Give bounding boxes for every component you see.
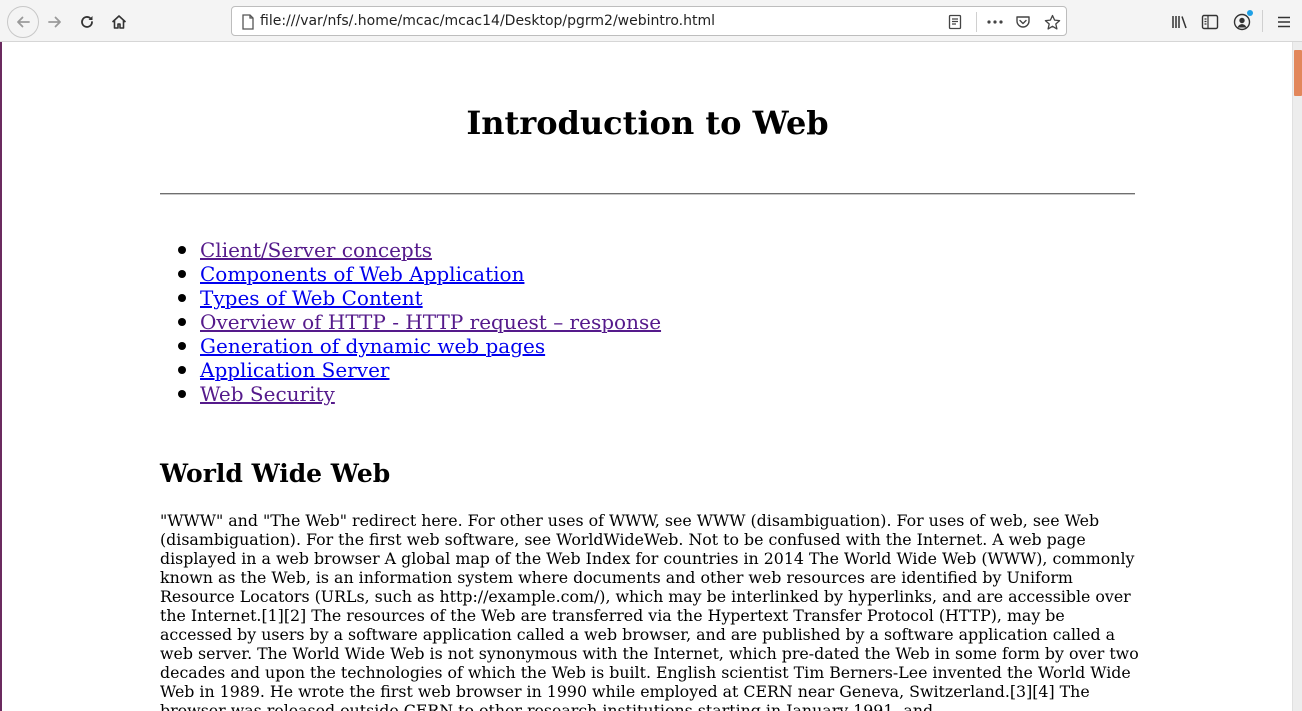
reload-button[interactable]: [73, 8, 101, 36]
list-item: Components of Web Application: [177, 262, 661, 286]
bookmark-star-icon[interactable]: [1043, 13, 1061, 31]
list-item: Overview of HTTP - HTTP request – respon…: [177, 310, 661, 334]
section-body: "WWW" and "The Web" redirect here. For o…: [160, 511, 1139, 711]
topic-link-http-overview[interactable]: Overview of HTTP - HTTP request – respon…: [200, 310, 661, 334]
url-text[interactable]: file:///var/nfs/.home/mcac/mcac14/Deskto…: [260, 13, 715, 29]
address-bar[interactable]: file:///var/nfs/.home/mcac/mcac14/Deskto…: [231, 6, 1067, 36]
forward-button[interactable]: [41, 8, 69, 36]
account-button[interactable]: [1228, 8, 1256, 36]
sidebar-icon: [1201, 14, 1219, 30]
list-item: Web Security: [177, 382, 661, 406]
sidebar-button[interactable]: [1196, 8, 1224, 36]
topic-list: Client/Server concepts Components of Web…: [177, 238, 661, 406]
forward-arrow-icon: [48, 16, 61, 28]
pocket-icon[interactable]: [1014, 13, 1032, 31]
list-item: Application Server: [177, 358, 661, 382]
topic-link-components[interactable]: Components of Web Application: [200, 262, 524, 286]
list-item: Client/Server concepts: [177, 238, 661, 262]
reader-view-icon[interactable]: [946, 13, 964, 31]
more-actions-icon[interactable]: [986, 13, 1004, 31]
topic-link-application-server[interactable]: Application Server: [200, 358, 389, 382]
toolbar-divider: [1262, 10, 1263, 32]
urlbar-separator: [976, 12, 977, 32]
list-item: Generation of dynamic web pages: [177, 334, 661, 358]
scrollbar-thumb[interactable]: [1294, 50, 1302, 96]
page-content: Introduction to Web Client/Server concep…: [2, 42, 1292, 711]
library-icon: [1172, 16, 1187, 29]
section-heading: World Wide Web: [160, 459, 391, 488]
topic-link-client-server[interactable]: Client/Server concepts: [200, 238, 432, 262]
vertical-scrollbar[interactable]: [1292, 42, 1302, 711]
menu-button[interactable]: [1270, 8, 1298, 36]
page-info-icon[interactable]: [239, 13, 257, 31]
back-button[interactable]: [7, 6, 39, 38]
hamburger-menu-icon: [1278, 16, 1290, 28]
topic-link-content-types[interactable]: Types of Web Content: [200, 286, 423, 310]
home-icon: [111, 15, 127, 29]
library-button[interactable]: [1166, 8, 1194, 36]
back-arrow-icon: [17, 16, 30, 28]
reload-icon: [81, 16, 93, 28]
home-button[interactable]: [105, 8, 133, 36]
topic-link-web-security[interactable]: Web Security: [200, 382, 335, 406]
topic-link-dynamic-pages[interactable]: Generation of dynamic web pages: [200, 334, 545, 358]
page-title: Introduction to Web: [466, 104, 829, 142]
list-item: Types of Web Content: [177, 286, 661, 310]
horizontal-rule: [160, 193, 1135, 195]
browser-toolbar: file:///var/nfs/.home/mcac/mcac14/Deskto…: [0, 0, 1302, 42]
notification-dot: [1247, 10, 1253, 16]
